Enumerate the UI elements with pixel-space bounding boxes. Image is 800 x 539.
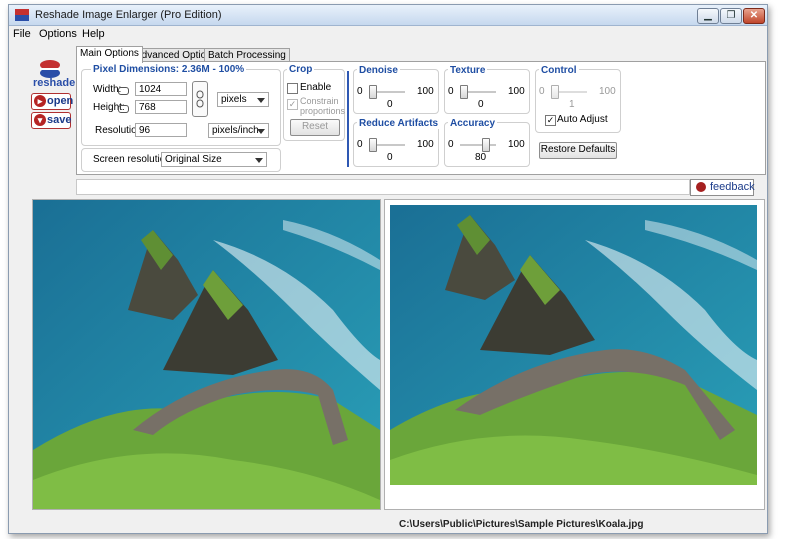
panel-separator — [347, 71, 349, 167]
slider-thumb[interactable] — [460, 85, 468, 99]
reduce-artifacts-value: 0 — [387, 152, 393, 163]
texture-title: Texture — [448, 65, 488, 76]
minimize-button[interactable]: ▁ — [697, 8, 719, 24]
texture-min: 0 — [448, 86, 454, 97]
accuracy-value: 80 — [475, 152, 487, 163]
reshade-logo-icon — [40, 60, 60, 78]
app-icon — [15, 9, 29, 21]
denoise-max: 100 — [417, 86, 434, 97]
control-value: 1 — [569, 99, 575, 110]
control-min: 0 — [539, 86, 545, 97]
save-icon: ▾ — [34, 114, 46, 126]
unit-value: pixels — [221, 94, 247, 105]
accuracy-slider[interactable] — [460, 138, 496, 152]
reshade-logo-text: reshade — [33, 77, 76, 89]
original-image-preview[interactable] — [32, 199, 381, 510]
open-button[interactable]: ▸ open — [31, 93, 74, 110]
reduce-artifacts-title: Reduce Artifacts — [357, 118, 441, 129]
resolution-unit-value: pixels/inch — [212, 125, 259, 136]
constrain-label: Constrain proportions — [300, 96, 346, 116]
denoise-min: 0 — [357, 86, 363, 97]
accuracy-title: Accuracy — [448, 118, 498, 129]
menu-bar: File Options Help — [9, 26, 767, 42]
screen-resolution-select[interactable]: Original Size — [161, 152, 267, 167]
chevron-down-icon — [255, 158, 263, 163]
menu-options[interactable]: Options — [39, 28, 77, 40]
denoise-value: 0 — [387, 99, 393, 110]
close-icon: ✕ — [749, 10, 759, 21]
file-path: C:\Users\Public\Pictures\Sample Pictures… — [399, 519, 644, 530]
slider-thumb[interactable] — [369, 138, 377, 152]
main-options-panel: Pixel Dimensions: 2.36M - 100% Width: 10… — [76, 61, 766, 175]
restore-defaults-button[interactable]: Restore Defaults — [539, 142, 617, 159]
landscape-image — [33, 200, 380, 509]
feedback-label: feedback — [710, 181, 755, 193]
control-title: Control — [539, 65, 579, 76]
crop-enable-checkbox[interactable] — [287, 83, 298, 94]
height-input[interactable]: 768 — [135, 100, 187, 114]
reduce-artifacts-max: 100 — [417, 139, 434, 150]
menu-help[interactable]: Help — [82, 28, 105, 40]
menu-file[interactable]: File — [13, 28, 31, 40]
chevron-down-icon — [257, 98, 265, 103]
texture-max: 100 — [508, 86, 525, 97]
link-icon — [118, 105, 129, 113]
restore-icon: ❐ — [726, 10, 736, 21]
title-bar: Reshade Image Enlarger (Pro Edition) ▁ ❐… — [9, 5, 767, 26]
width-input[interactable]: 1024 — [135, 82, 187, 96]
slider-thumb[interactable] — [551, 85, 559, 99]
accuracy-min: 0 — [448, 139, 454, 150]
maximize-button[interactable]: ❐ — [720, 8, 742, 24]
resolution-input[interactable]: 96 — [135, 123, 187, 137]
reduce-artifacts-min: 0 — [357, 139, 363, 150]
ladybug-icon — [696, 182, 706, 192]
open-label: open — [47, 95, 74, 107]
constrain-checkbox[interactable]: ✓ — [287, 99, 298, 110]
texture-slider[interactable] — [460, 85, 496, 99]
denoise-slider[interactable] — [369, 85, 405, 99]
chevron-down-icon — [257, 129, 265, 134]
reduce-artifacts-slider[interactable] — [369, 138, 405, 152]
accuracy-max: 100 — [508, 139, 525, 150]
crop-enable-label: Enable — [300, 82, 332, 93]
enlarged-image-preview[interactable] — [384, 199, 765, 510]
control-max: 100 — [599, 86, 616, 97]
window-title: Reshade Image Enlarger (Pro Edition) — [35, 9, 222, 21]
pixel-dimensions-title: Pixel Dimensions: 2.36M - 100% — [91, 64, 247, 75]
tab-main-options[interactable]: Main Options — [76, 46, 143, 63]
aspect-lock-toggle[interactable] — [192, 81, 208, 117]
close-button[interactable]: ✕ — [743, 8, 765, 24]
save-label: save — [47, 114, 72, 126]
link-icon — [118, 87, 129, 95]
auto-adjust-label: Auto Adjust — [557, 114, 608, 125]
progress-field — [76, 179, 690, 195]
app-window: Reshade Image Enlarger (Pro Edition) ▁ ❐… — [8, 4, 768, 534]
unit-select[interactable]: pixels — [217, 92, 269, 107]
landscape-image — [390, 205, 757, 485]
minimize-icon: ▁ — [704, 10, 712, 21]
screen-resolution-label: Screen resolution — [93, 154, 171, 165]
auto-adjust-checkbox[interactable]: ✓ — [545, 115, 556, 126]
crop-reset-button[interactable]: Reset — [290, 119, 340, 136]
texture-value: 0 — [478, 99, 484, 110]
feedback-button[interactable]: feedback — [690, 179, 755, 196]
crop-title: Crop — [287, 64, 315, 75]
slider-thumb[interactable] — [369, 85, 377, 99]
denoise-title: Denoise — [357, 65, 400, 76]
screen-resolution-value: Original Size — [165, 154, 222, 165]
save-button[interactable]: ▾ save — [31, 112, 71, 129]
folder-icon: ▸ — [34, 95, 46, 107]
resolution-unit-select[interactable]: pixels/inch — [208, 123, 269, 138]
chain-link-icon — [196, 90, 204, 108]
control-slider[interactable] — [551, 85, 587, 99]
slider-thumb[interactable] — [482, 138, 490, 152]
